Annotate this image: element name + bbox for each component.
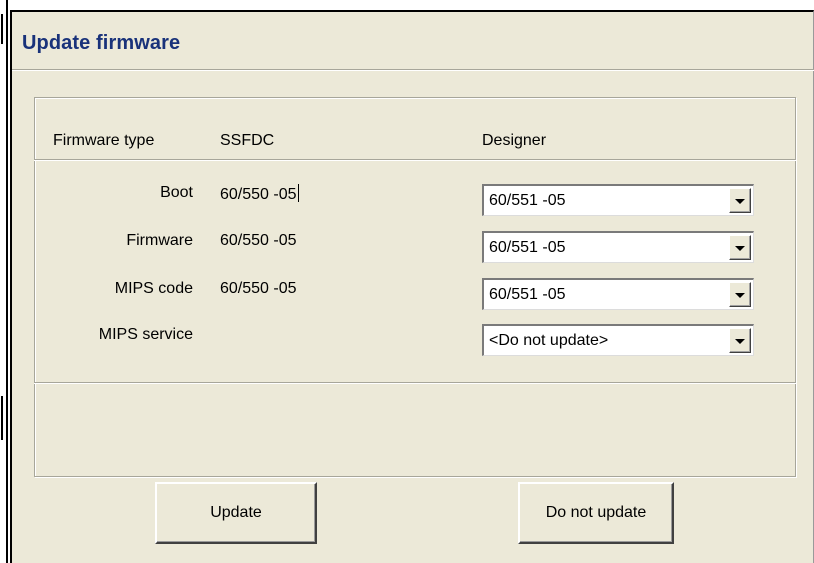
rows-divider bbox=[34, 382, 796, 384]
header-designer: Designer bbox=[482, 132, 547, 149]
chevron-down-icon[interactable] bbox=[729, 235, 751, 260]
row-label-mips-service: MIPS service bbox=[98, 326, 193, 343]
edge-mark bbox=[1, 396, 3, 440]
header-firmware-type: Firmware type bbox=[53, 132, 155, 149]
title-divider bbox=[12, 69, 814, 71]
chevron-down-icon[interactable] bbox=[729, 328, 751, 353]
ssfdc-value-firmware: 60/550 -05 bbox=[220, 232, 297, 249]
arrow-glyph bbox=[735, 199, 745, 204]
arrow-glyph bbox=[735, 293, 745, 298]
row-label-firmware: Firmware bbox=[126, 232, 193, 249]
chevron-down-icon[interactable] bbox=[729, 188, 751, 213]
do-not-update-button[interactable]: Do not update bbox=[518, 482, 674, 544]
screen: Update firmware Firmware type SSFDC Desi… bbox=[0, 0, 814, 563]
designer-select-mips-code[interactable]: 60/551 -05 bbox=[482, 278, 754, 310]
dialog-title: Update firmware bbox=[22, 32, 181, 54]
chevron-down-icon[interactable] bbox=[729, 282, 751, 307]
row-label-mips-code: MIPS code bbox=[114, 280, 193, 297]
update-button[interactable]: Update bbox=[155, 482, 317, 544]
designer-select-boot-value: 60/551 -05 bbox=[489, 192, 566, 209]
designer-select-firmware[interactable]: 60/551 -05 bbox=[482, 231, 754, 263]
arrow-glyph bbox=[735, 246, 745, 251]
header-ssfdc: SSFDC bbox=[220, 132, 275, 149]
edge-mark bbox=[1, 14, 3, 44]
row-label-boot: Boot bbox=[160, 184, 193, 201]
ssfdc-value-boot-text: 60/550 -05 bbox=[220, 186, 297, 203]
designer-select-firmware-value: 60/551 -05 bbox=[489, 239, 566, 256]
window-edge bbox=[0, 0, 10, 563]
designer-select-mips-service-value: <Do not update> bbox=[489, 332, 609, 349]
header-divider bbox=[34, 159, 796, 161]
ssfdc-value-mips-code: 60/550 -05 bbox=[220, 280, 297, 297]
designer-select-mips-code-value: 60/551 -05 bbox=[489, 286, 566, 303]
text-caret bbox=[297, 184, 299, 202]
arrow-glyph bbox=[735, 339, 745, 344]
ssfdc-value-boot: 60/550 -05 bbox=[220, 184, 299, 204]
update-firmware-dialog: Update firmware Firmware type SSFDC Desi… bbox=[10, 10, 814, 563]
designer-select-boot[interactable]: 60/551 -05 bbox=[482, 184, 754, 216]
designer-select-mips-service[interactable]: <Do not update> bbox=[482, 324, 754, 356]
